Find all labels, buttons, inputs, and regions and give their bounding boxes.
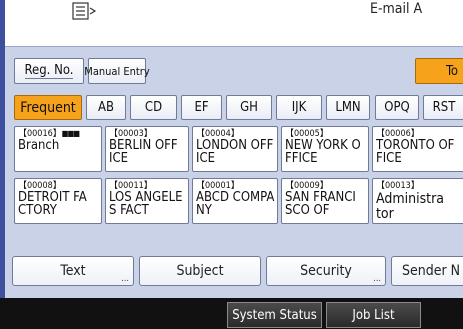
destination-los-angeles-factory[interactable]: 【00011】 LOS ANGELE S FACT <box>105 178 189 224</box>
destination-detroit-factory[interactable]: 【00008】 DETROIT FA CTORY <box>14 178 102 224</box>
tab-gh-label: GH <box>240 100 258 115</box>
text-button[interactable]: Text ... <box>12 256 134 286</box>
reg-no-button[interactable]: Reg. No. <box>14 58 84 84</box>
sender-name-button[interactable]: Sender N <box>391 256 463 286</box>
destination-san-francisco-office[interactable]: 【00009】 SAN FRANCI SCO OF <box>281 178 369 224</box>
destination-name-line2: tor <box>376 206 394 222</box>
tab-ab-label: AB <box>97 100 115 115</box>
email-address-label: E-mail A <box>370 1 423 17</box>
destination-name-line2: FFICE <box>285 151 318 166</box>
to-button[interactable]: To <box>415 58 463 84</box>
tab-ab[interactable]: AB <box>86 95 126 120</box>
job-list-button[interactable]: Job List <box>326 302 421 328</box>
more-indicator: ... <box>121 274 129 284</box>
destination-name-line1: Administra <box>376 191 445 207</box>
destination-group-branch[interactable]: 【00016】■■■ Branch <box>14 126 102 172</box>
security-button[interactable]: Security ... <box>266 256 386 286</box>
tab-cd-label: CD <box>144 100 163 115</box>
destination-name-line2: ICE <box>196 151 216 166</box>
job-list-label: Job List <box>352 307 395 323</box>
destination-number: 【00013】 <box>376 181 420 191</box>
group-icon: ■■■ <box>61 129 80 138</box>
destination-berlin-office[interactable]: 【00003】 BERLIN OFF ICE <box>105 126 189 172</box>
tab-ijk-label: IJK <box>291 100 307 115</box>
tab-ef-label: EF <box>194 100 209 115</box>
destination-name: Branch <box>18 138 60 153</box>
tab-ef[interactable]: EF <box>181 95 222 120</box>
tab-opq[interactable]: OPQ <box>375 95 419 120</box>
tab-frequent[interactable]: Frequent <box>14 95 82 120</box>
document-icon <box>72 2 97 20</box>
destination-london-office[interactable]: 【00004】 LONDON OFF ICE <box>192 126 278 172</box>
destination-toronto-office[interactable]: 【00006】 TORONTO OF FICE <box>372 126 463 172</box>
system-status-label: System Status <box>232 307 317 323</box>
manual-entry-label: Manual Entry <box>84 64 150 78</box>
system-status-button[interactable]: System Status <box>227 302 322 328</box>
destination-abcd-company[interactable]: 【00001】 ABCD COMPA NY <box>192 178 278 224</box>
to-label: To <box>446 63 459 79</box>
destination-name-line2: S FACT <box>109 203 149 218</box>
destination-name-line2: NY <box>196 203 212 218</box>
subject-label: Subject <box>176 263 224 279</box>
tab-lmn-label: LMN <box>335 100 361 115</box>
more-indicator: ... <box>373 274 381 284</box>
tab-gh[interactable]: GH <box>226 95 272 120</box>
subject-button[interactable]: Subject <box>139 256 261 286</box>
tab-opq-label: OPQ <box>384 100 410 115</box>
tab-frequent-label: Frequent <box>20 99 76 116</box>
manual-entry-button[interactable]: Manual Entry <box>84 58 150 84</box>
tab-rst[interactable]: RST <box>423 95 463 120</box>
destination-name-line2: ICE <box>109 151 129 166</box>
tab-ijk[interactable]: IJK <box>276 95 322 120</box>
text-label: Text <box>60 263 86 279</box>
tab-cd[interactable]: CD <box>130 95 177 120</box>
destination-new-york-office[interactable]: 【00005】 NEW YORK O FFICE <box>281 126 369 172</box>
security-label: Security <box>300 263 352 279</box>
destination-name-line2: FICE <box>376 151 402 166</box>
destination-name-line2: SCO OF <box>285 203 330 218</box>
tab-lmn[interactable]: LMN <box>326 95 370 120</box>
reg-no-label: Reg. No. <box>24 63 74 79</box>
tab-rst-label: RST <box>432 100 456 115</box>
destination-name-line2: CTORY <box>18 203 57 218</box>
destination-administrator[interactable]: 【00013】 Administra tor <box>372 178 463 224</box>
sender-name-label: Sender N <box>402 263 461 279</box>
